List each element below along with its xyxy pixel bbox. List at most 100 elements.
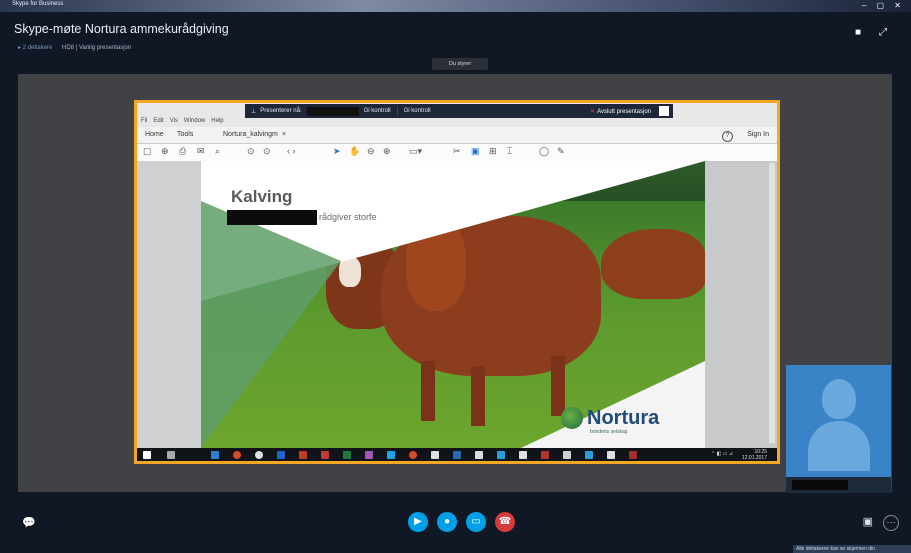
stop-presenting-button[interactable]: ✕ Avslutt presentasjon xyxy=(590,108,651,115)
taskbar-app-icon[interactable] xyxy=(607,451,615,459)
read-mode-icon[interactable]: ⌶ xyxy=(507,146,512,157)
tab-close-icon[interactable]: × xyxy=(282,131,286,138)
taskbar-app-icon[interactable] xyxy=(585,451,593,459)
vertical-scrollbar[interactable] xyxy=(769,163,775,443)
present-icon: ▭ xyxy=(471,516,481,527)
hand-tool-icon[interactable]: ✋ xyxy=(349,146,360,157)
menu-file[interactable]: Fil xyxy=(141,118,147,124)
stop-presenting-label: Avslutt presentasjon xyxy=(597,108,651,115)
avatar-body xyxy=(808,421,870,471)
tab-document[interactable]: Nortura_kalvingm xyxy=(223,131,278,138)
chrome-icon[interactable] xyxy=(233,451,241,459)
browser-icon[interactable] xyxy=(409,451,417,459)
nortura-logo-text: Nortura xyxy=(587,407,660,429)
video-button[interactable]: ▶ xyxy=(408,512,428,532)
taskbar-app-icon[interactable] xyxy=(497,451,505,459)
zoom-level-dropdown[interactable]: ▭▾ xyxy=(409,146,422,157)
pen-icon[interactable]: ✎ xyxy=(557,146,565,157)
outlook-icon[interactable] xyxy=(453,451,461,459)
pin-icon[interactable]: ⊥ xyxy=(251,108,256,115)
hangup-button[interactable]: ☎ xyxy=(495,512,515,532)
mic-icon: ● xyxy=(443,516,451,527)
help-icon[interactable]: ? xyxy=(722,131,733,142)
taskbar-app-icon[interactable] xyxy=(431,451,439,459)
presenting-label: Presenterer nå: xyxy=(260,108,302,114)
notepad-icon[interactable] xyxy=(475,451,483,459)
crop-icon[interactable]: ✂ xyxy=(453,146,461,157)
zoom-in-icon[interactable]: ⊕ xyxy=(383,146,391,157)
slide-page: Kalving rådgiver storfe Nortura bondens … xyxy=(201,161,705,448)
shared-desktop: ⊥ Presenterer nå: Gi kontroll Gi kontrol… xyxy=(137,103,777,461)
search-icon[interactable] xyxy=(167,451,175,459)
comment-icon[interactable]: ◯ xyxy=(539,146,549,157)
present-button[interactable]: ▭ xyxy=(466,512,486,532)
stop-icon: ✕ xyxy=(590,108,596,115)
top-right-controls: ■ ⤢ xyxy=(855,28,891,38)
tab-tools[interactable]: Tools xyxy=(177,131,193,138)
slide-title: Kalving xyxy=(231,187,293,206)
zoom-out-icon[interactable]: ⊖ xyxy=(367,146,375,157)
save-icon[interactable]: ▢ xyxy=(143,146,152,157)
chrome-icon[interactable] xyxy=(255,451,263,459)
print-icon[interactable]: ⎙ xyxy=(179,146,186,157)
os-window-controls[interactable]: – ▢ ✕ xyxy=(862,1,905,10)
taskbar-app-icon[interactable] xyxy=(541,451,549,459)
page-number-field[interactable]: ‹ › xyxy=(287,146,296,156)
menu-edit[interactable]: Edit xyxy=(153,118,163,124)
word-icon[interactable] xyxy=(277,451,285,459)
upload-icon[interactable]: ⊕ xyxy=(161,146,169,157)
tray-icons[interactable]: ⌃ ◧ ▭ ⊿ xyxy=(711,451,733,457)
participants-icon[interactable]: ▣ xyxy=(863,515,873,531)
menu-window[interactable]: Window xyxy=(184,118,205,124)
pdf-menu-bar: Fil Edit Vis Window Help xyxy=(141,118,224,124)
hangup-icon: ☎ xyxy=(498,516,512,527)
fullscreen-icon[interactable]: ⤢ xyxy=(879,28,891,38)
sign-in-link[interactable]: Sign In xyxy=(747,131,769,138)
taskbar-app-icon[interactable] xyxy=(211,451,219,459)
clock-date: 12.01.2017 xyxy=(741,455,767,461)
onenote-icon[interactable] xyxy=(365,451,373,459)
meeting-title: Skype-møte Nortura ammekurådgiving xyxy=(14,22,229,36)
taskbar-app-icon[interactable] xyxy=(519,451,527,459)
mail-icon[interactable]: ✉ xyxy=(197,146,205,157)
camera-switch-icon[interactable]: ■ xyxy=(855,28,867,38)
fit-page-icon[interactable]: ⊞ xyxy=(489,146,497,157)
acrobat-icon[interactable] xyxy=(321,451,329,459)
start-icon[interactable] xyxy=(143,451,151,459)
excel-icon[interactable] xyxy=(343,451,351,459)
redacted-author-name xyxy=(227,210,317,225)
right-panel xyxy=(705,161,777,448)
page-down-icon[interactable]: ⊙ xyxy=(263,146,271,157)
windows-taskbar: ⌃ ◧ ▭ ⊿ 10:25 12.01.2017 xyxy=(137,448,777,461)
select-tool-icon[interactable]: ➤ xyxy=(333,146,341,157)
more-options-button[interactable]: ··· xyxy=(883,515,899,531)
powerpoint-icon[interactable] xyxy=(299,451,307,459)
os-tab-text: Skype for Business xyxy=(12,1,64,7)
mic-button[interactable]: ● xyxy=(437,512,457,532)
pin-toolbar-icon[interactable] xyxy=(659,106,669,116)
taskbar-app-icon[interactable] xyxy=(563,451,571,459)
self-name-bar xyxy=(786,477,891,493)
avatar-head xyxy=(822,379,856,419)
pdf-toolbar: ▢ ⊕ ⎙ ✉ ⌕ ⊙ ⊙ ‹ › ➤ ✋ ⊖ ⊕ ▭▾ ✂ ▣ ⊞ ⌶ ◯ ✎ xyxy=(137,144,777,162)
taskbar-app-icon[interactable] xyxy=(629,451,637,459)
nortura-logo: Nortura bondens selskap xyxy=(561,407,660,435)
taskbar-clock[interactable]: 10:25 12.01.2017 xyxy=(742,449,767,461)
shared-desktop-frame: ⊥ Presenterer nå: Gi kontroll Gi kontrol… xyxy=(134,100,780,464)
nortura-tagline: bondens selskap xyxy=(590,429,628,435)
chat-icon[interactable]: 💬 xyxy=(22,516,36,529)
menu-help[interactable]: Help xyxy=(211,118,223,124)
tab-home[interactable]: Home xyxy=(145,131,164,138)
request-control-button[interactable]: Gi kontroll xyxy=(364,108,391,114)
skype-icon[interactable] xyxy=(387,451,395,459)
page-up-icon[interactable]: ⊙ xyxy=(247,146,255,157)
participants-link[interactable]: ▸ 2 deltakere xyxy=(18,45,52,51)
video-icon: ▶ xyxy=(414,516,422,527)
self-video-tile[interactable] xyxy=(786,365,891,493)
redacted-presenter-name xyxy=(306,106,359,116)
search-icon[interactable]: ⌕ xyxy=(215,146,220,157)
give-control-button[interactable]: Gi kontroll xyxy=(404,108,431,114)
page-view-icon[interactable]: ▣ xyxy=(471,146,480,157)
toolbar-divider xyxy=(396,106,398,116)
menu-view[interactable]: Vis xyxy=(170,118,178,124)
